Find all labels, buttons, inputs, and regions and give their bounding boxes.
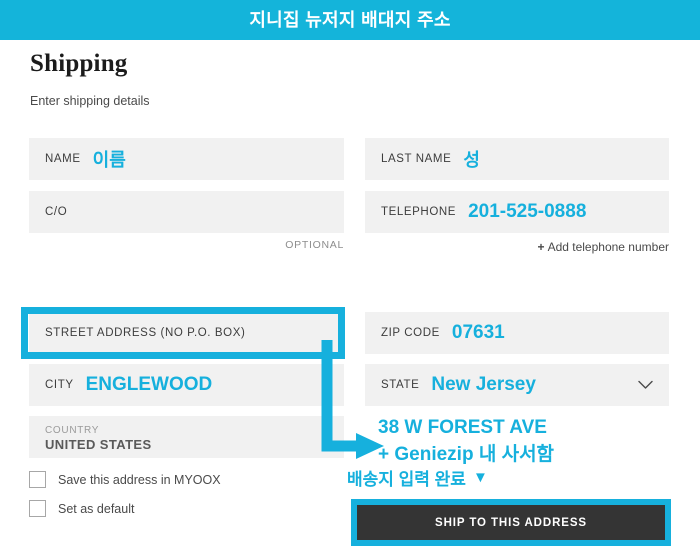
street-address-field[interactable]: STREET ADDRESS (NO P.O. BOX) [29, 312, 344, 354]
plus-icon: + [537, 240, 545, 254]
shipping-form-page: Shipping Enter shipping details NAME 이름 … [0, 40, 700, 560]
name-field-label: NAME [45, 153, 81, 165]
add-telephone-link-label: Add telephone number [547, 240, 669, 254]
zip-code-field[interactable]: ZIP CODE 07631 [365, 312, 669, 354]
country-field[interactable]: COUNTRY UNITED STATES [29, 416, 344, 458]
co-optional-note: OPTIONAL [285, 239, 344, 251]
city-field-label: CITY [45, 379, 74, 391]
last-name-field-group: LAST NAME 성 [365, 138, 669, 180]
triangle-down-icon: ▼ [472, 469, 488, 486]
street-address-field-group: STREET ADDRESS (NO P.O. BOX) [29, 312, 344, 354]
save-address-checkbox-label: Save this address in MYOOX [58, 472, 221, 487]
complete-annotation-label: 배송지 입력 완료 [347, 470, 466, 489]
city-field[interactable]: CITY ENGLEWOOD [29, 364, 344, 406]
country-field-group: COUNTRY UNITED STATES [29, 416, 344, 458]
co-field[interactable]: C/O [29, 191, 344, 233]
country-field-label: COUNTRY [45, 424, 100, 436]
zip-code-field-label: ZIP CODE [381, 327, 440, 339]
ship-to-this-address-button[interactable]: SHIP TO THIS ADDRESS [357, 505, 665, 540]
save-address-checkbox-row[interactable]: Save this address in MYOOX [29, 465, 344, 494]
state-field[interactable]: STATE New Jersey [365, 364, 669, 406]
telephone-field-label: TELEPHONE [381, 206, 457, 218]
set-default-checkbox-label: Set as default [58, 501, 135, 516]
save-address-checkbox[interactable] [29, 471, 46, 488]
state-field-label: STATE [381, 379, 420, 391]
page-title: 지니집 뉴저지 배대지 주소 [249, 10, 451, 30]
address-annotation-line-1: 38 W FOREST AVE [378, 417, 547, 438]
city-field-value: ENGLEWOOD [85, 374, 213, 395]
name-field-group: NAME 이름 [29, 138, 344, 180]
co-field-group: C/O OPTIONAL [29, 191, 344, 251]
add-telephone-link[interactable]: + Add telephone number [365, 240, 669, 254]
telephone-field-value: 201-525-0888 [468, 201, 587, 222]
checkbox-group: Save this address in MYOOX Set as defaul… [29, 465, 344, 523]
last-name-field[interactable]: LAST NAME 성 [365, 138, 669, 180]
submit-button-highlight-box: SHIP TO THIS ADDRESS [351, 499, 671, 546]
section-subheading: Enter shipping details [30, 94, 150, 108]
set-default-checkbox[interactable] [29, 500, 46, 517]
street-address-field-label: STREET ADDRESS (NO P.O. BOX) [45, 327, 246, 339]
state-field-value: New Jersey [431, 374, 536, 395]
name-field[interactable]: NAME 이름 [29, 138, 344, 180]
zip-code-field-value: 07631 [451, 322, 505, 343]
address-annotation: 38 W FOREST AVE + Geniezip 내 사서함 [378, 415, 554, 469]
section-heading: Shipping [30, 50, 128, 77]
complete-annotation: 배송지 입력 완료 ▼ [347, 465, 488, 490]
country-field-value: UNITED STATES [45, 437, 152, 453]
header-banner: 지니집 뉴저지 배대지 주소 [0, 0, 700, 40]
chevron-down-icon[interactable] [638, 380, 653, 390]
zip-code-field-group: ZIP CODE 07631 [365, 312, 669, 354]
set-default-checkbox-row[interactable]: Set as default [29, 494, 344, 523]
last-name-field-label: LAST NAME [381, 153, 452, 165]
telephone-field-group: TELEPHONE 201-525-0888 + Add telephone nu… [365, 191, 669, 254]
last-name-field-value: 성 [463, 150, 480, 170]
co-field-label: C/O [45, 206, 68, 218]
telephone-field[interactable]: TELEPHONE 201-525-0888 [365, 191, 669, 233]
state-field-group: STATE New Jersey [365, 364, 669, 406]
name-field-value: 이름 [92, 150, 126, 170]
city-field-group: CITY ENGLEWOOD [29, 364, 344, 406]
